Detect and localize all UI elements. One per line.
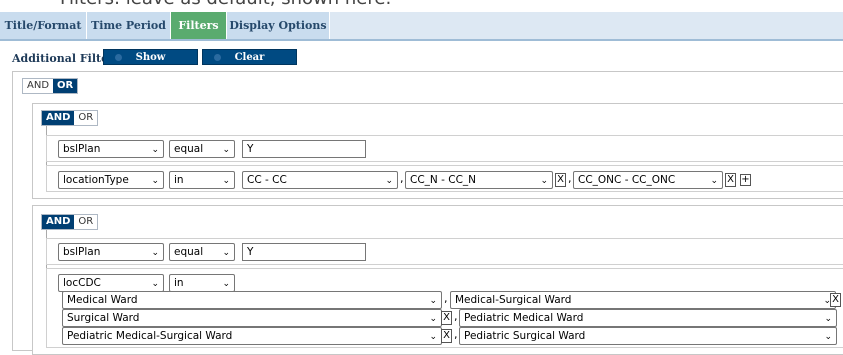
chevron-down-icon: ⌄ (151, 145, 159, 155)
or-option[interactable]: OR (74, 111, 97, 125)
separator: , (454, 310, 458, 323)
chevron-down-icon: ⌄ (151, 248, 159, 258)
filter-row (46, 135, 843, 162)
chevron-down-icon: ⌄ (222, 176, 230, 186)
chevron-down-icon: ⌄ (429, 296, 437, 306)
field-select[interactable]: locationType ⌄ (58, 171, 164, 189)
field-select[interactable]: bslPlan ⌄ (58, 243, 164, 261)
and-option[interactable]: AND (23, 79, 53, 93)
filter-row (46, 238, 843, 265)
add-value-button[interactable]: + (740, 174, 751, 186)
value-select[interactable]: Surgical Ward ⌄ (62, 309, 442, 327)
tab-display-options[interactable]: Display Options (227, 12, 330, 39)
and-option[interactable]: AND (42, 215, 75, 229)
clear-button[interactable]: Clear (202, 49, 297, 65)
operator-select[interactable]: in ⌄ (169, 171, 235, 189)
tab-time-period[interactable]: Time Period (87, 12, 171, 39)
separator: , (400, 172, 404, 185)
value-select[interactable]: CC - CC ⌄ (242, 171, 398, 189)
separator: , (444, 292, 448, 305)
and-option[interactable]: AND (42, 111, 75, 125)
chevron-down-icon: ⌄ (385, 176, 393, 186)
chevron-down-icon: ⌄ (540, 176, 548, 186)
show-button[interactable]: Show (103, 49, 198, 65)
tab-filters[interactable]: Filters (171, 12, 227, 39)
chevron-down-icon: ⌄ (222, 248, 230, 258)
chevron-down-icon: ⌄ (429, 314, 437, 324)
page-caption: Filters: leave as default, shown here: (60, 0, 391, 9)
or-option[interactable]: OR (53, 79, 78, 93)
field-select[interactable]: locCDC ⌄ (58, 274, 164, 292)
value-input[interactable]: Y (242, 243, 366, 261)
tab-title-format[interactable]: Title/Format (0, 12, 87, 39)
chevron-down-icon: ⌄ (824, 314, 832, 324)
value-select[interactable]: Pediatric Medical-Surgical Ward ⌄ (62, 327, 442, 345)
chevron-down-icon: ⌄ (151, 279, 159, 289)
operator-select[interactable]: equal ⌄ (169, 140, 235, 158)
remove-value-button[interactable]: X (830, 293, 841, 307)
remove-value-button[interactable]: X (725, 173, 736, 187)
value-input[interactable]: Y (242, 140, 366, 158)
chevron-down-icon: ⌄ (222, 279, 230, 289)
value-select[interactable]: Medical Ward ⌄ (62, 291, 442, 309)
separator: , (454, 328, 458, 341)
or-option[interactable]: OR (74, 215, 97, 229)
group2-and-or-toggle[interactable]: AND OR (41, 214, 99, 230)
value-select[interactable]: Medical-Surgical Ward ⌄ (450, 291, 836, 309)
remove-value-button[interactable]: X (441, 311, 452, 325)
separator: , (568, 172, 572, 185)
value-select[interactable]: Pediatric Medical Ward ⌄ (459, 309, 837, 327)
root-and-or-toggle[interactable]: AND OR (22, 78, 79, 94)
operator-select[interactable]: equal ⌄ (169, 243, 235, 261)
field-select[interactable]: bslPlan ⌄ (58, 140, 164, 158)
value-select[interactable]: Pediatric Surgical Ward ⌄ (459, 327, 837, 345)
chevron-down-icon: ⌄ (710, 176, 718, 186)
chevron-down-icon: ⌄ (151, 176, 159, 186)
value-select[interactable]: CC_N - CC_N ⌄ (405, 171, 553, 189)
chevron-down-icon: ⌄ (222, 145, 230, 155)
operator-select[interactable]: in ⌄ (169, 274, 235, 292)
remove-value-button[interactable]: X (555, 173, 566, 187)
group1-and-or-toggle[interactable]: AND OR (41, 110, 99, 126)
remove-value-button[interactable]: X (441, 329, 452, 343)
value-select[interactable]: CC_ONC - CC_ONC ⌄ (573, 171, 723, 189)
